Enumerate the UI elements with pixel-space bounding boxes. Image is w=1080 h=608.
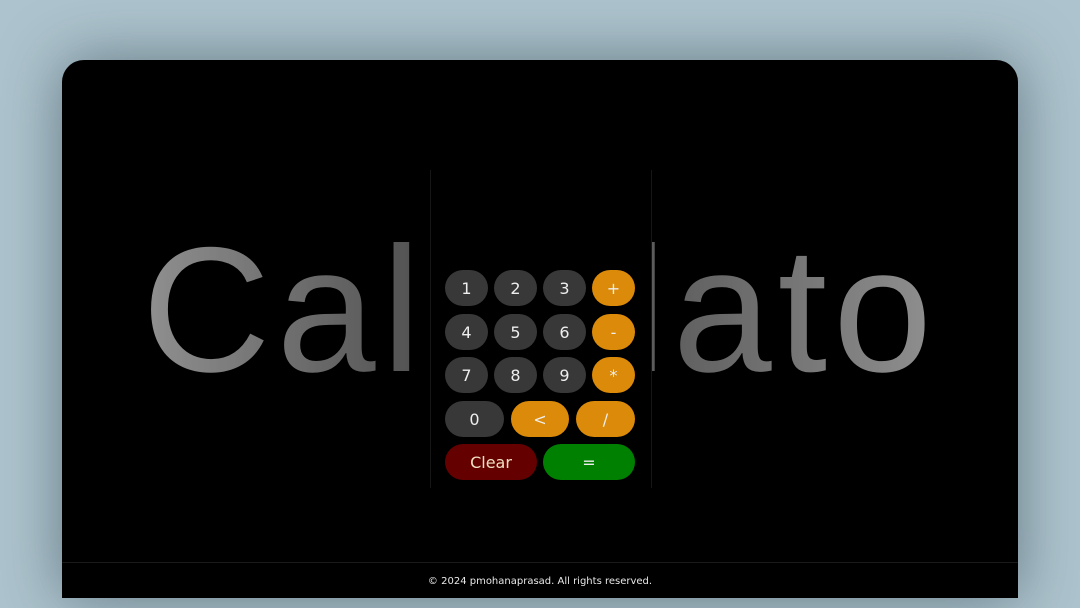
key-plus[interactable]: + xyxy=(592,270,635,306)
key-3[interactable]: 3 xyxy=(543,270,586,306)
key-backspace[interactable]: < xyxy=(511,401,569,437)
app-window: Calculator 1 2 3 + 4 5 6 - 7 8 9 * 0 < /… xyxy=(62,60,1018,598)
footer: © 2024 pmohanaprasad. All rights reserve… xyxy=(62,562,1018,598)
key-4[interactable]: 4 xyxy=(445,314,488,350)
copyright-text: © 2024 pmohanaprasad. All rights reserve… xyxy=(427,575,653,587)
key-1[interactable]: 1 xyxy=(445,270,488,306)
key-8[interactable]: 8 xyxy=(494,357,537,393)
key-6[interactable]: 6 xyxy=(543,314,586,350)
clear-button[interactable]: Clear xyxy=(445,444,537,480)
calculator-panel: 1 2 3 + 4 5 6 - 7 8 9 * 0 < / Clear = xyxy=(430,170,652,488)
key-7[interactable]: 7 xyxy=(445,357,488,393)
key-0[interactable]: 0 xyxy=(445,401,504,437)
key-2[interactable]: 2 xyxy=(494,270,537,306)
key-5[interactable]: 5 xyxy=(494,314,537,350)
key-multiply[interactable]: * xyxy=(592,357,635,393)
key-divide[interactable]: / xyxy=(576,401,635,437)
equals-button[interactable]: = xyxy=(543,444,635,480)
key-minus[interactable]: - xyxy=(592,314,635,350)
key-9[interactable]: 9 xyxy=(543,357,586,393)
